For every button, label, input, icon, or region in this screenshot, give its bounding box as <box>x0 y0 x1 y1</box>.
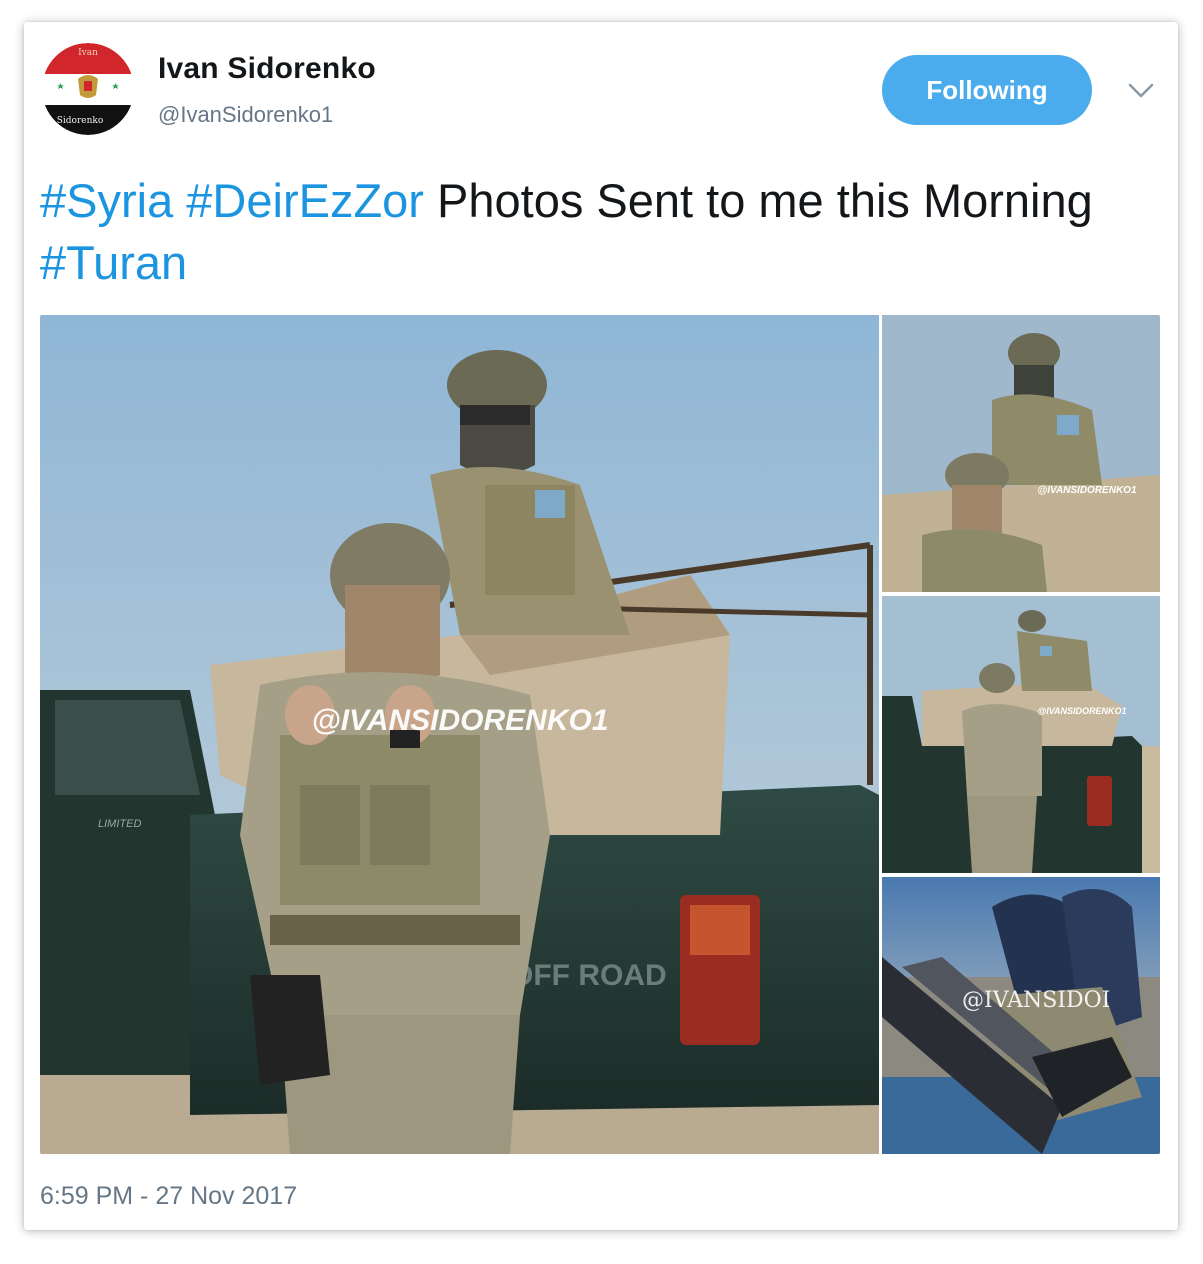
avatar-text-top: Ivan <box>78 48 98 58</box>
user-handle[interactable]: @IvanSidorenko1 <box>158 102 333 128</box>
hashtag-link[interactable]: #Turan <box>40 236 187 289</box>
hashtag-link[interactable]: #Syria <box>40 174 173 227</box>
avatar[interactable]: Ivan Sidorenko <box>42 43 134 135</box>
tweet-text: #Syria #DeirEzZor Photos Sent to me this… <box>40 170 1140 294</box>
tweet-card: Ivan Sidorenko Ivan Sidorenko @IvanSidor… <box>24 22 1178 1230</box>
thumbnail-photo-1[interactable]: @IVANSIDORENKO1 <box>882 315 1160 592</box>
watermark: @IVANSIDORENKO1 <box>311 704 608 737</box>
avatar-text-bottom: Sidorenko <box>57 116 104 126</box>
truck-badge: LIMITED <box>98 818 141 830</box>
thumbnail-photo-2[interactable]: @IVANSIDORENKO1 <box>882 596 1160 873</box>
chevron-down-icon[interactable] <box>1126 78 1156 102</box>
following-button[interactable]: Following <box>882 55 1092 125</box>
tweet-timestamp[interactable]: 6:59 PM - 27 Nov 2017 <box>40 1182 297 1211</box>
tweet-text-segment <box>173 174 186 227</box>
watermark: @IVANSIDORENKO1 <box>1037 485 1136 496</box>
tweet-text-segment: Photos Sent to me this Morning <box>423 174 1093 227</box>
display-name[interactable]: Ivan Sidorenko <box>158 52 376 86</box>
main-photo[interactable]: LIMITED OFF ROAD @IVANSIDORENKO1 <box>40 315 879 1154</box>
watermark: @IVANSIDOI <box>962 988 1110 1013</box>
thumbnail-photo-3[interactable]: @IVANSIDOI <box>882 877 1160 1154</box>
watermark: @IVANSIDORENKO1 <box>1037 706 1126 716</box>
truck-decal: OFF ROAD <box>510 959 667 992</box>
hashtag-link[interactable]: #DeirEzZor <box>186 174 424 227</box>
media-grid: LIMITED OFF ROAD @IVANSIDORENKO1 @IVANSI… <box>40 315 1160 1154</box>
